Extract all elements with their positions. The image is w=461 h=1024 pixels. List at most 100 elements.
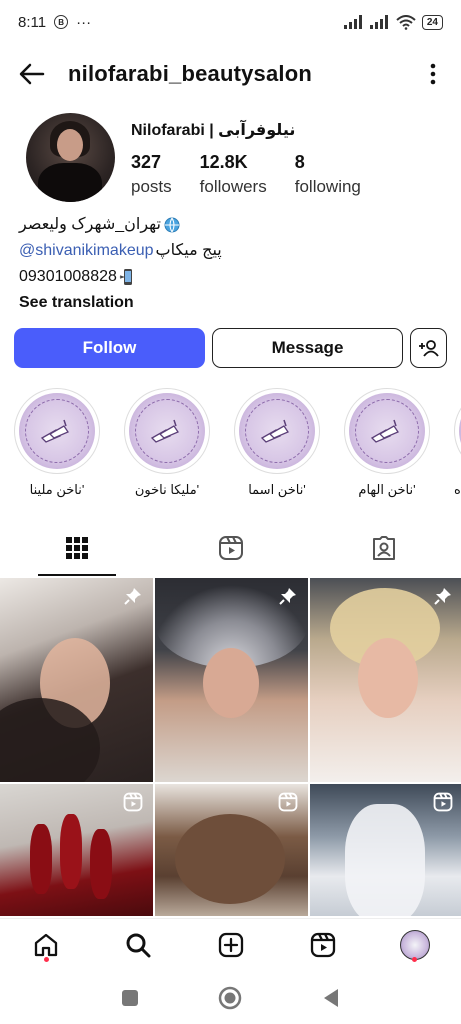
highlight-label: 'ناخن ملینا — [29, 482, 85, 497]
tab-tagged[interactable] — [307, 520, 461, 576]
recents-button[interactable] — [115, 983, 145, 1013]
highlight-item[interactable]: 'ناخن ملینا — [14, 388, 100, 498]
nail-polish-icon — [260, 419, 289, 443]
signal-icon — [343, 15, 362, 29]
bio-phone: 09301008828 — [19, 268, 117, 285]
square-icon — [122, 990, 139, 1006]
highlight-ring — [344, 388, 430, 474]
search-icon — [126, 933, 151, 957]
avatar — [399, 929, 430, 960]
nail-polish-icon — [150, 419, 179, 443]
stat-posts-label: posts — [131, 177, 172, 196]
plus-square-icon — [218, 932, 243, 957]
b-badge-icon: B — [54, 15, 69, 29]
highlight-ring — [454, 388, 461, 474]
highlight-label: 'ملیکا ناخون — [134, 482, 200, 497]
highlight-ring — [234, 388, 320, 474]
post-thumbnail[interactable] — [155, 578, 308, 782]
stat-followers[interactable]: 12.8K followers — [200, 152, 267, 197]
bottom-navigation — [0, 918, 461, 970]
nail-polish-icon — [370, 419, 399, 443]
highlight-label: ه — [454, 482, 461, 497]
bio-location: تهران_شهرک ولیعصر — [19, 216, 161, 233]
back-system-button[interactable] — [316, 983, 346, 1013]
status-bar: 8:11 B ··· 24 — [0, 0, 461, 44]
battery-icon: 24 — [421, 14, 443, 30]
post-thumbnail[interactable] — [310, 578, 461, 782]
avatar-face — [57, 129, 83, 161]
home-icon — [34, 933, 58, 956]
highlight-item[interactable]: 'ملیکا ناخون — [124, 388, 210, 498]
stat-following[interactable]: 8 following — [295, 152, 361, 197]
notification-dot — [412, 957, 418, 962]
tab-posts-grid[interactable] — [0, 520, 154, 576]
nav-profile[interactable] — [369, 919, 461, 970]
back-button[interactable] — [16, 58, 48, 90]
stat-following-label: following — [294, 177, 361, 196]
reel-icon — [123, 792, 143, 812]
nav-home[interactable] — [0, 919, 92, 970]
more-options-button[interactable] — [421, 58, 445, 90]
highlight-ring — [124, 388, 210, 474]
stat-followers-label: followers — [199, 177, 267, 196]
stat-posts-value: 327 — [131, 152, 162, 172]
nav-search[interactable] — [92, 919, 184, 970]
profile-tabs — [0, 520, 461, 576]
highlight-ring — [14, 388, 100, 474]
highlight-label: 'ناخن الهام — [358, 482, 416, 497]
status-time: 8:11 — [18, 13, 47, 31]
system-navigation — [0, 972, 461, 1024]
circle-icon — [219, 986, 242, 1010]
pin-icon — [433, 586, 453, 606]
signal-icon-2 — [369, 15, 388, 29]
tab-reels[interactable] — [154, 520, 308, 576]
nail-polish-icon — [40, 419, 69, 443]
post-thumbnail[interactable] — [0, 578, 153, 782]
arrow-left-icon — [19, 63, 45, 85]
profile-bio: تهران_شهرک ولیعصر @shivanikimakeup پیج م… — [19, 212, 439, 316]
profile-stats: 327 posts 12.8K followers 8 following — [131, 152, 361, 197]
stat-following-value: 8 — [294, 152, 305, 172]
globe-icon — [163, 216, 181, 234]
display-name: Nilofarabi | نیلوفرآبی — [131, 122, 296, 139]
stat-posts[interactable]: 327 posts — [131, 152, 172, 197]
wifi-icon — [396, 14, 416, 30]
highlight-item[interactable]: 'ناخن اسما — [234, 388, 320, 498]
post-thumbnail[interactable] — [0, 784, 153, 916]
more-vertical-icon — [430, 63, 436, 85]
highlight-cover — [19, 393, 95, 469]
pin-icon — [278, 586, 298, 606]
reel-icon — [278, 792, 298, 812]
bio-location-line: تهران_شهرک ولیعصر — [19, 212, 439, 238]
suggested-users-button[interactable] — [410, 328, 447, 368]
reels-icon — [218, 536, 243, 560]
nav-create[interactable] — [184, 919, 276, 970]
profile-actions: Follow Message — [14, 328, 448, 368]
post-thumbnail[interactable] — [310, 784, 461, 916]
notification-dot — [43, 957, 49, 962]
message-button[interactable]: Message — [212, 328, 403, 368]
nav-reels[interactable] — [277, 919, 369, 970]
highlight-item[interactable]: ه — [454, 388, 461, 498]
reels-icon — [310, 932, 335, 957]
profile-avatar[interactable] — [26, 113, 115, 202]
bio-makeup-link[interactable]: @shivanikimakeup — [19, 238, 154, 264]
highlight-item[interactable]: 'ناخن الهام — [344, 388, 430, 498]
grid-icon — [65, 537, 88, 559]
post-thumbnail[interactable] — [155, 784, 308, 916]
stat-followers-value: 12.8K — [199, 152, 248, 172]
home-system-button[interactable] — [215, 983, 245, 1013]
pin-icon — [123, 586, 143, 606]
phone-icon — [119, 268, 137, 286]
follow-button[interactable]: Follow — [14, 328, 205, 368]
highlight-cover — [239, 393, 315, 469]
page-title: nilofarabi_beautysalon — [68, 61, 313, 86]
bio-makeup-line: @shivanikimakeup پیج میکاپ — [19, 238, 439, 264]
highlight-cover — [349, 393, 425, 469]
avatar-body — [38, 163, 102, 202]
profile-header: nilofarabi_beautysalon — [0, 50, 461, 98]
see-translation-link[interactable]: See translation — [19, 290, 439, 316]
posts-grid — [0, 578, 461, 916]
tagged-icon — [373, 536, 396, 560]
bio-makeup-text: پیج میکاپ — [155, 242, 222, 259]
